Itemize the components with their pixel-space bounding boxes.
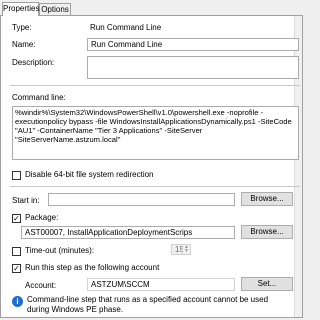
package-checkbox[interactable]: ✓ — [12, 214, 21, 223]
description-label: Description: — [12, 58, 55, 67]
start-in-label: Start in: — [12, 196, 40, 205]
name-label: Name: — [12, 40, 36, 49]
disable-redirection-checkbox[interactable] — [12, 171, 21, 180]
separator — [10, 85, 300, 86]
name-input[interactable]: Run Command Line — [87, 38, 299, 51]
description-input[interactable] — [87, 56, 299, 79]
package-label: Package: — [25, 213, 59, 222]
timeout-label: Time-out (minutes): — [25, 246, 95, 255]
package-input[interactable]: AST00007, InstallApplicationDeploymentSc… — [21, 226, 235, 239]
account-label: Account: — [25, 281, 57, 290]
tab-properties[interactable]: Properties — [2, 2, 39, 16]
account-input[interactable]: ASTZUM\SCCM — [87, 278, 235, 291]
command-line-label: Command line: — [12, 93, 66, 102]
run-as-checkbox[interactable]: ✓ — [12, 264, 21, 273]
timeout-stepper[interactable]: ▲ ▼ — [182, 244, 191, 255]
info-text: Command-line step that runs as a specifi… — [27, 295, 269, 314]
command-line-input[interactable]: %windir%\System32\WindowsPowerShell\v1.0… — [12, 106, 299, 160]
set-account-button[interactable]: Set... — [241, 277, 293, 291]
type-value: Run Command Line — [90, 23, 162, 32]
start-in-browse-button[interactable]: Browse... — [241, 192, 293, 206]
package-browse-button[interactable]: Browse... — [241, 225, 293, 239]
type-label: Type: — [12, 23, 32, 32]
run-as-label: Run this step as the following account — [25, 263, 160, 272]
disable-redirection-label: Disable 64-bit file system redirection — [25, 170, 154, 179]
start-in-input[interactable] — [48, 193, 235, 206]
timeout-checkbox[interactable] — [12, 247, 21, 256]
info-icon: i — [12, 296, 23, 307]
separator — [10, 186, 300, 187]
